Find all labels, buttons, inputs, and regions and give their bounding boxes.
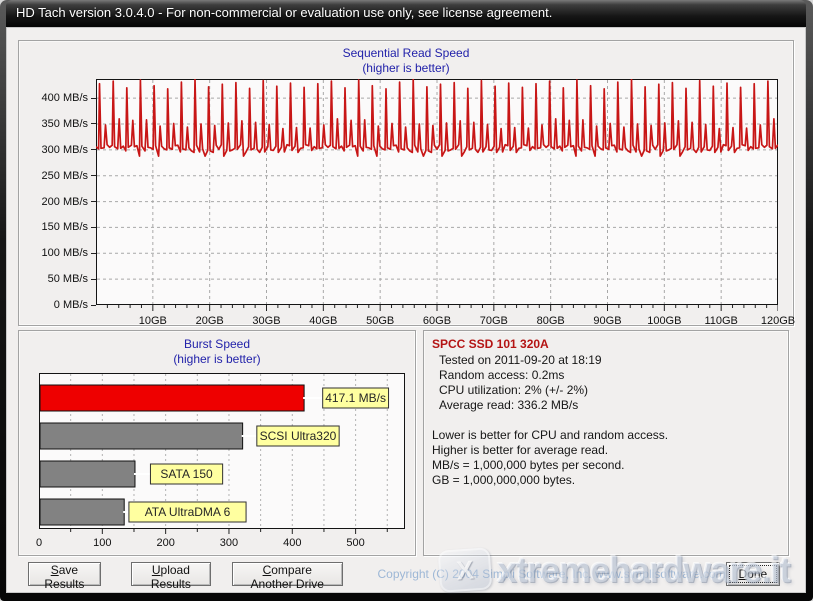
sequential-chart-title-line: Sequential Read Speed <box>19 46 793 61</box>
upload-results-button[interactable]: Upload Results <box>131 562 211 586</box>
burst-x-tick-label: 300 <box>220 537 238 549</box>
y-tick-label: 150 MB/s <box>42 221 96 234</box>
sequential-trace-svg <box>96 79 778 313</box>
svg-text:SCSI Ultra320: SCSI Ultra320 <box>260 429 337 443</box>
x-tick-label: 30GB <box>252 315 280 327</box>
explanation-note-line: GB = 1,000,000,000 bytes. <box>432 473 780 488</box>
x-tick-label: 120GB <box>761 315 795 327</box>
drive-name: SPCC SSD 101 320A <box>432 337 780 352</box>
footer-bar: Save Results Upload Results Compare Anot… <box>18 561 794 587</box>
y-tick-label: 300 MB/s <box>42 143 96 156</box>
sequential-y-axis: 400 MB/s 350 MB/s 300 MB/s 250 MB/s 200 MB/s… <box>19 79 96 305</box>
y-tick-text: 400 MB/s <box>42 92 88 104</box>
burst-x-tick-label: 0 <box>36 537 42 549</box>
burst-chart-title-line: Burst Speed <box>19 337 415 352</box>
x-tick-label: 40GB <box>309 315 337 327</box>
y-tick-text: 50 MB/s <box>48 273 88 285</box>
results-info-panel: SPCC SSD 101 320A Tested on 2011-09-20 a… <box>423 330 789 556</box>
y-tick-label: 250 MB/s <box>42 169 96 182</box>
explanation-note-line: Higher is better for average read. <box>432 443 780 458</box>
y-tick-text: 100 MB/s <box>42 247 88 259</box>
burst-chart-title: Burst Speed (higher is better) <box>19 337 415 367</box>
y-tick-text: 150 MB/s <box>42 221 88 233</box>
burst-chart-body: 417.1 MB/s SCSI Ultra320 SATA 150 ATA Ultra… <box>19 373 415 535</box>
compare-another-drive-button[interactable]: Compare Another Drive <box>232 562 343 586</box>
svg-text:ATA UltraDMA 6: ATA UltraDMA 6 <box>145 505 231 519</box>
y-tick-label: 400 MB/s <box>42 92 96 105</box>
explanation-note-line: Lower is better for CPU and random acces… <box>432 428 780 443</box>
y-tick-label: 0 MB/s <box>54 299 96 312</box>
y-tick-text: 0 MB/s <box>54 299 88 311</box>
y-tick-text: 300 MB/s <box>42 144 88 156</box>
test-result-lines: Tested on 2011-09-20 at 18:19Random acce… <box>432 353 780 413</box>
test-result-line: Average read: 336.2 MB/s <box>432 398 780 413</box>
y-tick-text: 200 MB/s <box>42 196 88 208</box>
test-result-line: Random access: 0.2ms <box>432 368 780 383</box>
y-tick-label: 350 MB/s <box>42 117 96 130</box>
explanation-notes: Lower is better for CPU and random acces… <box>432 428 780 488</box>
test-result-line: Tested on 2011-09-20 at 18:19 <box>432 353 780 368</box>
save-results-button[interactable]: Save Results <box>28 562 101 586</box>
y-tick-label: 100 MB/s <box>42 247 96 260</box>
y-tick-text: 250 MB/s <box>42 170 88 182</box>
sequential-chart-subtitle: (higher is better) <box>19 61 793 76</box>
burst-x-axis: 0 100 200 300 400 500 <box>39 535 405 550</box>
burst-bars-svg: 417.1 MB/s SCSI Ultra320 SATA 150 ATA Ultra… <box>39 373 405 535</box>
x-tick-label: 20GB <box>196 315 224 327</box>
burst-x-tick-label: 500 <box>346 537 364 549</box>
explanation-note-line: MB/s = 1,000,000 bytes per second. <box>432 458 780 473</box>
y-tick-label: 200 MB/s <box>42 195 96 208</box>
copyright-text: Copyright (C) 2004 Simpli Software, Inc.… <box>378 567 726 581</box>
svg-text:SATA 150: SATA 150 <box>160 467 213 481</box>
app-window: HD Tach version 3.0.4.0 - For non-commer… <box>0 0 813 601</box>
done-button[interactable]: Done <box>726 562 780 586</box>
burst-x-tick-label: 200 <box>156 537 174 549</box>
burst-x-tick-label: 100 <box>93 537 111 549</box>
x-tick-label: 50GB <box>366 315 394 327</box>
window-title: HD Tach version 3.0.4.0 - For non-commer… <box>16 5 552 20</box>
test-result-line: CPU utilization: 2% (+/- 2%) <box>432 383 780 398</box>
y-tick-text: 350 MB/s <box>42 118 88 130</box>
sequential-chart-title: Sequential Read Speed (higher is better) <box>19 46 793 76</box>
title-bar[interactable]: HD Tach version 3.0.4.0 - For non-commer… <box>6 0 806 27</box>
client-area: Sequential Read Speed (higher is better)… <box>6 27 806 593</box>
x-tick-label: 60GB <box>423 315 451 327</box>
sequential-chart-body: 400 MB/s 350 MB/s 300 MB/s 250 MB/s 200 MB/s… <box>19 79 793 313</box>
x-tick-label: 100GB <box>647 315 681 327</box>
burst-chart-subtitle: (higher is better) <box>19 352 415 367</box>
x-tick-label: 110GB <box>704 315 737 327</box>
sequential-plot <box>96 79 778 313</box>
burst-x-tick-label: 400 <box>283 537 301 549</box>
burst-speed-panel: Burst Speed (higher is better) 417.1 MB/… <box>18 330 416 556</box>
sequential-read-panel: Sequential Read Speed (higher is better)… <box>18 40 794 326</box>
y-tick-label: 50 MB/s <box>48 273 96 286</box>
sequential-x-axis: 10GB 20GB 30GB 40GB 50GB 60GB 70GB 80GB 90GB 100G… <box>96 313 778 330</box>
svg-text:417.1 MB/s: 417.1 MB/s <box>325 391 386 405</box>
x-tick-label: 80GB <box>537 315 565 327</box>
x-tick-label: 70GB <box>480 315 508 327</box>
x-tick-label: 10GB <box>139 315 167 327</box>
bottom-row: Burst Speed (higher is better) 417.1 MB/… <box>18 330 794 556</box>
x-tick-label: 90GB <box>593 315 621 327</box>
